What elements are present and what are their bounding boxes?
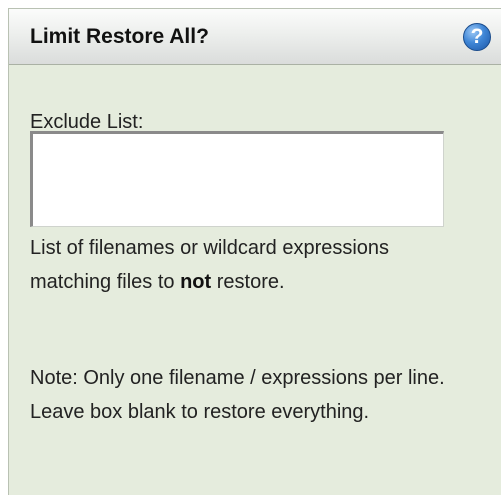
- limit-restore-panel: Limit Restore All? ? Exclude List: List …: [8, 8, 501, 495]
- help-text-emphasis: not: [180, 271, 212, 293]
- panel-title: Limit Restore All?: [30, 25, 209, 48]
- note-text: Note: Only one filename / expressions pe…: [30, 367, 445, 423]
- exclude-list-input[interactable]: [30, 131, 444, 227]
- help-text-end: restore.: [211, 271, 285, 293]
- help-icon[interactable]: ?: [463, 23, 491, 51]
- exclude-list-help-text: List of filenames or wildcard expression…: [30, 231, 470, 299]
- panel-header: Limit Restore All? ?: [9, 9, 501, 65]
